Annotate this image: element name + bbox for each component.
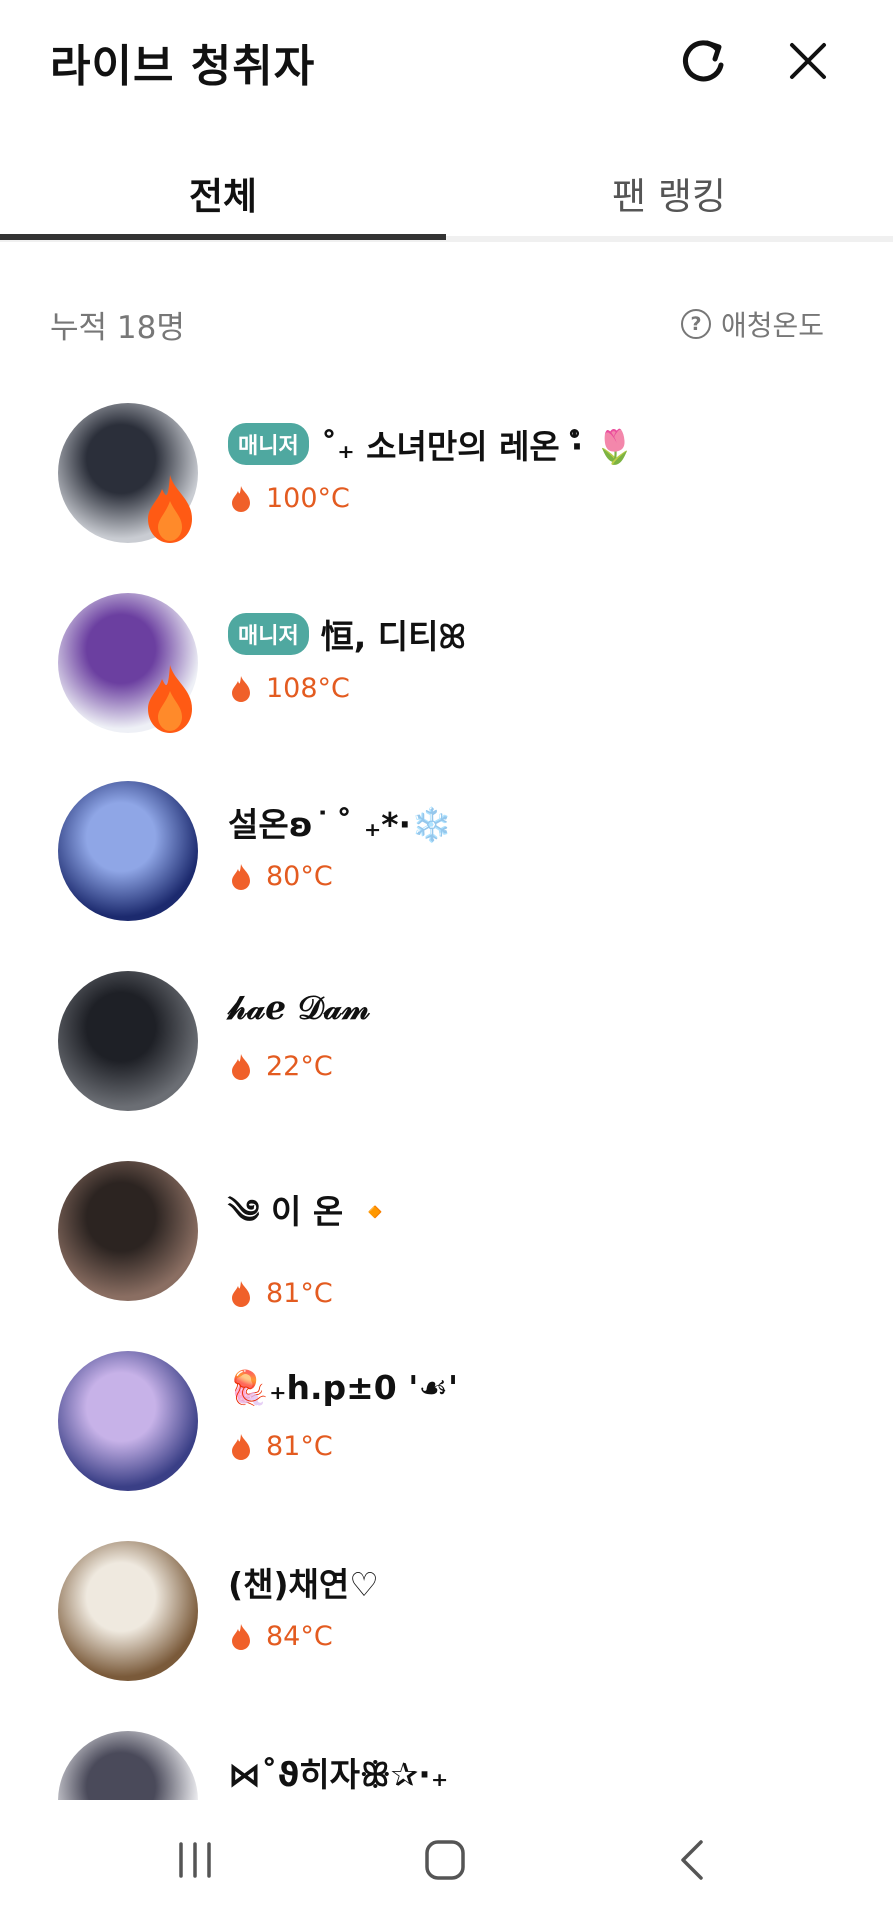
affinity-temperature: 100°C <box>230 483 350 514</box>
listener-row[interactable]: (챈)채연♡ 84°C <box>0 1533 893 1723</box>
manager-badge: 매니저 <box>228 423 309 465</box>
listener-name: 𝒽𝒶ℯ 𝒟𝒶𝓂 <box>228 988 370 1028</box>
avatar[interactable] <box>58 1351 198 1491</box>
affinity-temperature: 80°C <box>230 861 333 892</box>
listener-row[interactable]: 𝒽𝒶ℯ 𝒟𝒶𝓂 22°C <box>0 963 893 1153</box>
listener-name-text: ˚₊ 소녀만의 레온 ‧̍̊ 🌷 <box>320 427 636 466</box>
listener-row[interactable]: 매니저 ˚₊ 소녀만의 레온 ‧̍̊ 🌷 100°C <box>0 395 893 585</box>
listener-name: ༄ 이 온 🔸 <box>228 1175 396 1268</box>
listener-name: 매니저 恒, 디티ꕤ <box>228 610 466 658</box>
listener-name: (챈)채연♡ <box>228 1558 379 1606</box>
listener-row[interactable]: 설온ʚ ͘ ˚ ₊*·❄️ 80°C <box>0 773 893 963</box>
listener-name-text: (챈)채연♡ <box>228 1565 379 1604</box>
tab-indicator <box>0 234 446 240</box>
avatar[interactable] <box>58 1541 198 1681</box>
affinity-temperature: 81°C <box>230 1431 333 1462</box>
recent-apps-icon <box>179 1842 211 1878</box>
home-icon <box>425 1840 465 1880</box>
listener-name-text: ༄ 이 온 🔸 <box>228 1192 396 1231</box>
listener-name-text: 설온ʚ ͘ ˚ ₊*·❄️ <box>228 805 453 844</box>
fire-badge-icon <box>148 475 192 543</box>
listener-row[interactable]: 매니저 恒, 디티ꕤ 108°C <box>0 585 893 775</box>
listener-row[interactable]: ⋈˚ϑ히자ꕥ✰·₊ <box>0 1723 893 1800</box>
flame-icon <box>232 1623 250 1650</box>
listener-name-text: 𝒽𝒶ℯ 𝒟𝒶𝓂 <box>228 988 371 1027</box>
close-icon <box>790 43 826 79</box>
temperature-value: 84°C <box>266 1621 333 1652</box>
affinity-temperature: 81°C <box>230 1278 333 1309</box>
avatar[interactable] <box>58 781 198 921</box>
temperature-value: 81°C <box>266 1278 333 1309</box>
close-button[interactable] <box>775 28 841 94</box>
affinity-temperature: 22°C <box>230 1051 333 1082</box>
listener-name-text: 🪼₊h.p±0 '☙' <box>228 1368 459 1407</box>
temperature-value: 108°C <box>266 673 350 704</box>
refresh-button[interactable] <box>670 28 736 94</box>
listener-name: 설온ʚ ͘ ˚ ₊*·❄️ <box>228 798 452 846</box>
recent-apps-button[interactable] <box>155 1824 235 1896</box>
affinity-temperature: 84°C <box>230 1621 333 1652</box>
temperature-value: 100°C <box>266 483 350 514</box>
tab-all[interactable]: 전체 <box>0 150 446 236</box>
temperature-value: 80°C <box>266 861 333 892</box>
back-icon <box>681 1840 703 1880</box>
tab-bar: 전체 팬 랭킹 <box>0 150 893 242</box>
listener-name-text: ⋈˚ϑ히자ꕥ✰·₊ <box>228 1755 449 1794</box>
home-button[interactable] <box>405 1824 485 1896</box>
page-title: 라이브 청취자 <box>50 41 316 92</box>
summary-bar: 누적 18명 ? 애청온도 <box>50 300 850 350</box>
listener-list: 매니저 ˚₊ 소녀만의 레온 ‧̍̊ 🌷 100°C 매니저 恒, 디티ꕤ 108°C 설온… <box>0 395 893 1800</box>
temperature-value: 22°C <box>266 1051 333 1082</box>
flame-icon <box>232 1280 250 1307</box>
flame-icon <box>232 863 250 890</box>
back-button[interactable] <box>655 1824 735 1896</box>
avatar[interactable] <box>58 1731 198 1800</box>
refresh-icon <box>683 40 724 82</box>
listener-name: ⋈˚ϑ히자ꕥ✰·₊ <box>228 1748 448 1796</box>
header: 라이브 청취자 <box>0 0 893 130</box>
tab-fan-ranking[interactable]: 팬 랭킹 <box>446 150 892 236</box>
listener-row[interactable]: 🪼₊h.p±0 '☙' 81°C <box>0 1343 893 1533</box>
listener-name-text: 恒, 디티ꕤ <box>320 617 466 656</box>
flame-icon <box>232 1433 250 1460</box>
affinity-label: 애청온도 <box>720 309 824 342</box>
listener-row[interactable]: ༄ 이 온 🔸 81°C <box>0 1153 893 1343</box>
avatar[interactable] <box>58 971 198 1111</box>
question-icon: ? <box>680 309 711 339</box>
affinity-temperature: 108°C <box>230 673 350 704</box>
listener-count: 누적 18명 <box>50 310 185 346</box>
manager-badge: 매니저 <box>228 613 309 655</box>
listener-name: 🪼₊h.p±0 '☙' <box>228 1368 458 1408</box>
temperature-value: 81°C <box>266 1431 333 1462</box>
avatar[interactable] <box>58 1161 198 1301</box>
system-nav-bar <box>0 1800 893 1920</box>
flame-icon <box>232 485 250 512</box>
flame-icon <box>232 675 250 702</box>
affinity-help[interactable]: ? 애청온도 <box>680 304 824 344</box>
flame-icon <box>232 1053 250 1080</box>
listener-name: 매니저 ˚₊ 소녀만의 레온 ‧̍̊ 🌷 <box>228 420 635 468</box>
fire-badge-icon <box>148 665 192 733</box>
